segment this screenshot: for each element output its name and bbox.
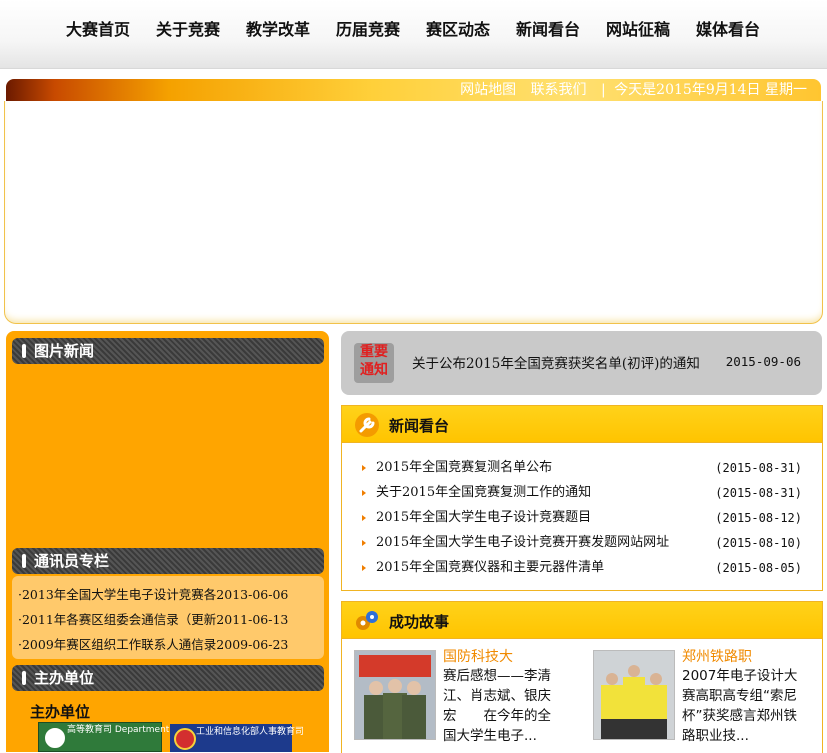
bullet-icon xyxy=(22,344,26,358)
item-date: 2009-06-23 xyxy=(216,637,289,652)
stories-panel: 成功故事 国防科技大 赛后感想——李清江、肖志斌、银庆宏 在今年的全国大学生电子… xyxy=(341,601,823,753)
stories-header: 成功故事 xyxy=(342,602,822,639)
strip-separator: | xyxy=(601,82,606,98)
notice-tag-icon: 重要 通知 xyxy=(354,343,394,383)
host-label: 主办单位 xyxy=(30,703,91,721)
item-text: ·2009年赛区组织工作联系人通信录 xyxy=(18,637,217,652)
top-nav: 大赛首页 关于竞赛 教学改革 历届竞赛 赛区动态 新闻看台 网站征稿 媒体看台 xyxy=(0,0,827,69)
higher-education-logo[interactable]: 高等教育司 Department of Higher Education xyxy=(38,722,261,752)
correspondent-header: 通讯员专栏 xyxy=(12,548,324,574)
story-body: 赛后感想——李清江、肖志斌、银庆宏 在今年的全国大学生电子... xyxy=(443,668,551,744)
nav-teaching-reform[interactable]: 教学改革 xyxy=(233,18,323,42)
nav-about[interactable]: 关于竞赛 xyxy=(143,18,233,42)
pic-news-area xyxy=(12,369,324,539)
logo-text: 工业和信息化部人事教育司 xyxy=(196,727,305,737)
nav-news[interactable]: 新闻看台 xyxy=(503,18,593,42)
item-text: ·2013年全国大学生电子设计竞赛各 xyxy=(18,587,217,602)
banner-area xyxy=(4,101,823,324)
story-body: 2007年电子设计大赛高职高专组“索尼杯”获奖感言郑州铁路职业技... xyxy=(682,668,798,744)
news-text: 2015年全国大学生电子设计竞赛题目 xyxy=(376,510,592,525)
host-header: 主办单位 xyxy=(12,665,324,691)
gears-icon xyxy=(356,611,378,630)
notice-link[interactable]: 关于公布2015年全国竞赛获奖名单(初评)的通知 xyxy=(412,352,700,372)
arrow-icon xyxy=(362,465,366,471)
news-item[interactable]: 2015年全国竞赛复测名单公布 (2015-08-31) xyxy=(358,457,822,482)
news-item[interactable]: 关于2015年全国竞赛复测工作的通知 (2015-08-31) xyxy=(358,482,822,507)
pic-news-title: 图片新闻 xyxy=(34,342,95,360)
arrow-icon xyxy=(362,565,366,571)
list-item[interactable]: ·2013年全国大学生电子设计竞赛各2013-06-06 xyxy=(18,582,320,607)
nav-region-news[interactable]: 赛区动态 xyxy=(413,18,503,42)
list-item[interactable]: ·2009年赛区组织工作联系人通信录2009-06-23 xyxy=(18,632,320,657)
news-panel: 新闻看台 2015年全国竞赛复测名单公布 (2015-08-31) 关于2015年… xyxy=(341,405,823,591)
correspondent-title: 通讯员专栏 xyxy=(34,552,110,570)
news-header: 新闻看台 xyxy=(342,406,822,443)
tag-line: 重要 xyxy=(360,344,388,360)
nav-home[interactable]: 大赛首页 xyxy=(53,18,143,42)
emblem-icon xyxy=(43,726,67,750)
news-title: 新闻看台 xyxy=(389,417,450,435)
story-title[interactable]: 国防科技大 xyxy=(443,646,513,666)
stories-title: 成功故事 xyxy=(389,613,450,631)
left-column: 图片新闻 通讯员专栏 ·2013年全国大学生电子设计竞赛各2013-06-06 … xyxy=(6,331,329,752)
item-text: ·2011年各赛区组委会通信录（更新 xyxy=(18,612,217,627)
news-date: (2015-08-31) xyxy=(715,461,802,475)
story-photo xyxy=(593,650,675,740)
news-date: (2015-08-31) xyxy=(715,486,802,500)
contact-link[interactable]: 联系我们 xyxy=(531,82,587,98)
news-text: 2015年全国竞赛复测名单公布 xyxy=(376,460,553,475)
nav-past-contests[interactable]: 历届竞赛 xyxy=(323,18,413,42)
info-strip: 网站地图 联系我们 | 今天是2015年9月14日 星期一 xyxy=(6,79,821,101)
news-item[interactable]: 2015年全国大学生电子设计竞赛题目 (2015-08-12) xyxy=(358,507,822,532)
notice-date: 2015-09-06 xyxy=(725,354,801,369)
arrow-icon xyxy=(362,490,366,496)
news-item[interactable]: 2015年全国竞赛仪器和主要元器件清单 (2015-08-05) xyxy=(358,557,822,582)
list-item[interactable]: ·2011年各赛区组委会通信录（更新2011-06-13 xyxy=(18,607,320,632)
item-date: 2011-06-13 xyxy=(216,612,289,627)
arrow-icon xyxy=(362,515,366,521)
bullet-icon xyxy=(22,554,26,568)
wrench-icon xyxy=(355,413,379,437)
sitemap-link[interactable]: 网站地图 xyxy=(460,82,516,98)
correspondent-list: ·2013年全国大学生电子设计竞赛各2013-06-06 ·2011年各赛区组委… xyxy=(12,576,324,659)
nav-media[interactable]: 媒体看台 xyxy=(683,18,773,42)
today-date: 今天是2015年9月14日 星期一 xyxy=(614,82,807,98)
bullet-icon xyxy=(22,671,26,685)
pic-news-header: 图片新闻 xyxy=(12,338,324,364)
story-photo xyxy=(354,650,436,740)
arrow-icon xyxy=(362,540,366,546)
story-title[interactable]: 郑州铁路职 xyxy=(682,646,752,666)
news-date: (2015-08-05) xyxy=(715,561,802,575)
item-date: 2013-06-06 xyxy=(216,587,289,602)
host-title: 主办单位 xyxy=(34,669,95,687)
miit-logo[interactable]: 工业和信息化部人事教育司 xyxy=(170,724,304,752)
important-notice: 重要 通知 关于公布2015年全国竞赛获奖名单(初评)的通知 2015-09-0… xyxy=(341,331,822,395)
news-item[interactable]: 2015年全国大学生电子设计竞赛开赛发题网站网址 (2015-08-10) xyxy=(358,532,822,557)
emblem-icon xyxy=(174,728,196,750)
news-date: (2015-08-10) xyxy=(715,536,802,550)
tag-line: 通知 xyxy=(360,362,388,378)
news-text: 2015年全国竞赛仪器和主要元器件清单 xyxy=(376,560,605,575)
news-text: 关于2015年全国竞赛复测工作的通知 xyxy=(376,485,592,500)
nav-submissions[interactable]: 网站征稿 xyxy=(593,18,683,42)
news-text: 2015年全国大学生电子设计竞赛开赛发题网站网址 xyxy=(376,535,670,550)
news-date: (2015-08-12) xyxy=(715,511,802,525)
